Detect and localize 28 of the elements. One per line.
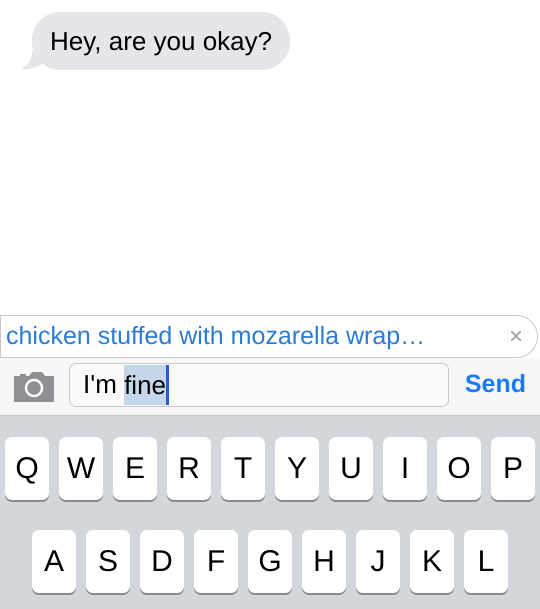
key[interactable]: J (356, 530, 400, 593)
key[interactable]: L (464, 530, 508, 593)
key[interactable]: O (437, 437, 481, 500)
key[interactable]: T (221, 437, 265, 500)
key[interactable]: R (167, 437, 211, 500)
key[interactable]: Y (275, 437, 319, 500)
send-button[interactable]: Send (462, 366, 528, 404)
key[interactable]: U (329, 437, 373, 500)
key[interactable]: I (383, 437, 427, 500)
key[interactable]: G (248, 530, 292, 593)
typed-text: I'm (83, 368, 118, 401)
key[interactable]: F (194, 530, 238, 593)
key[interactable]: P (491, 437, 535, 500)
key[interactable]: E (113, 437, 157, 500)
key[interactable]: H (302, 530, 346, 593)
autocorrect-suggestion: chicken stuffed with mozarella wrap… (6, 320, 426, 352)
key[interactable]: D (140, 530, 184, 593)
bubble-tail (20, 50, 42, 70)
message-field[interactable]: I'm fine (69, 362, 449, 406)
key[interactable]: K (410, 530, 454, 593)
camera-icon[interactable] (13, 370, 55, 402)
key[interactable]: S (86, 530, 130, 593)
autocorrect-bubble[interactable]: chicken stuffed with mozarella wrap… × (0, 315, 538, 358)
selected-text: fine (124, 364, 169, 404)
key[interactable]: A (32, 530, 76, 593)
key[interactable]: W (59, 437, 103, 500)
key[interactable]: Q (5, 437, 49, 500)
message-bubble: Hey, are you okay? (32, 12, 290, 70)
